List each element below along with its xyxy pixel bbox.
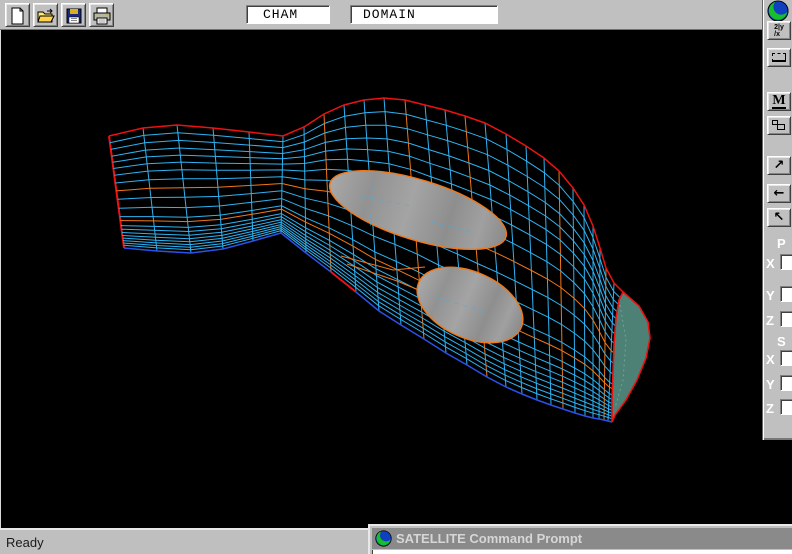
arrow-nw-icon: ↖: [774, 211, 785, 224]
open-folder-icon: [37, 7, 55, 25]
view-arrow-left-button[interactable]: ←: [767, 184, 791, 203]
command-prompt-titlebar[interactable]: SATELLITE Command Prompt: [372, 528, 792, 549]
arrow-ne-icon: ↗: [774, 159, 785, 172]
view-arrow-nw-button[interactable]: ↖: [767, 208, 791, 227]
new-document-button[interactable]: [5, 3, 30, 27]
size-z-label: Z: [766, 401, 774, 416]
save-button[interactable]: [61, 3, 86, 27]
position-section-label: P: [777, 236, 786, 251]
status-text: Ready: [6, 535, 44, 550]
position-z-field[interactable]: [780, 311, 792, 327]
position-z-label: Z: [766, 313, 774, 328]
arrow-left-icon: ←: [774, 187, 785, 200]
domain-field[interactable]: DOMAIN: [350, 5, 498, 24]
position-x-field[interactable]: [780, 254, 792, 270]
position-y-label: Y: [766, 288, 775, 303]
size-x-field[interactable]: [780, 350, 792, 366]
satellite-main-window: CHAM DOMAIN 2|y /x M: [0, 0, 792, 554]
size-z-field[interactable]: [780, 399, 792, 415]
phoenics-globe-icon: [375, 530, 392, 547]
print-button[interactable]: [89, 3, 114, 27]
size-x-label: X: [766, 352, 775, 367]
size-section-label: S: [777, 334, 786, 349]
grid-calc-button[interactable]: 2|y /x: [767, 21, 791, 40]
view-arrow-ne-button[interactable]: ↗: [767, 156, 791, 175]
mesh-canvas[interactable]: [1, 30, 763, 528]
right-tool-panel: 2|y /x M ↗ ← ↖ P X Y Z: [762, 0, 792, 440]
cham-field[interactable]: CHAM: [246, 5, 330, 24]
domain-outline-button[interactable]: [767, 48, 791, 67]
toolbar: CHAM DOMAIN: [0, 0, 762, 30]
mesh-viewport[interactable]: [0, 30, 762, 528]
small-squares-icon: [772, 120, 786, 131]
objects-button[interactable]: [767, 116, 791, 135]
mesh-toggle-button[interactable]: M: [767, 92, 791, 111]
save-floppy-icon: [65, 7, 83, 25]
grid-calc-icon: 2|y /x: [774, 24, 784, 38]
dashed-box-icon: [772, 53, 786, 62]
phoenics-globe-icon: [766, 0, 790, 22]
size-y-field[interactable]: [780, 375, 792, 391]
command-prompt-window: SATELLITE Command Prompt: [368, 524, 792, 554]
printer-icon: [93, 7, 111, 25]
size-y-label: Y: [766, 377, 775, 392]
m-icon: M: [772, 94, 785, 109]
new-document-icon: [9, 7, 27, 25]
command-prompt-client[interactable]: [372, 550, 792, 554]
open-file-button[interactable]: [33, 3, 58, 27]
command-prompt-title: SATELLITE Command Prompt: [396, 531, 582, 546]
position-y-field[interactable]: [780, 286, 792, 302]
position-x-label: X: [766, 256, 775, 271]
